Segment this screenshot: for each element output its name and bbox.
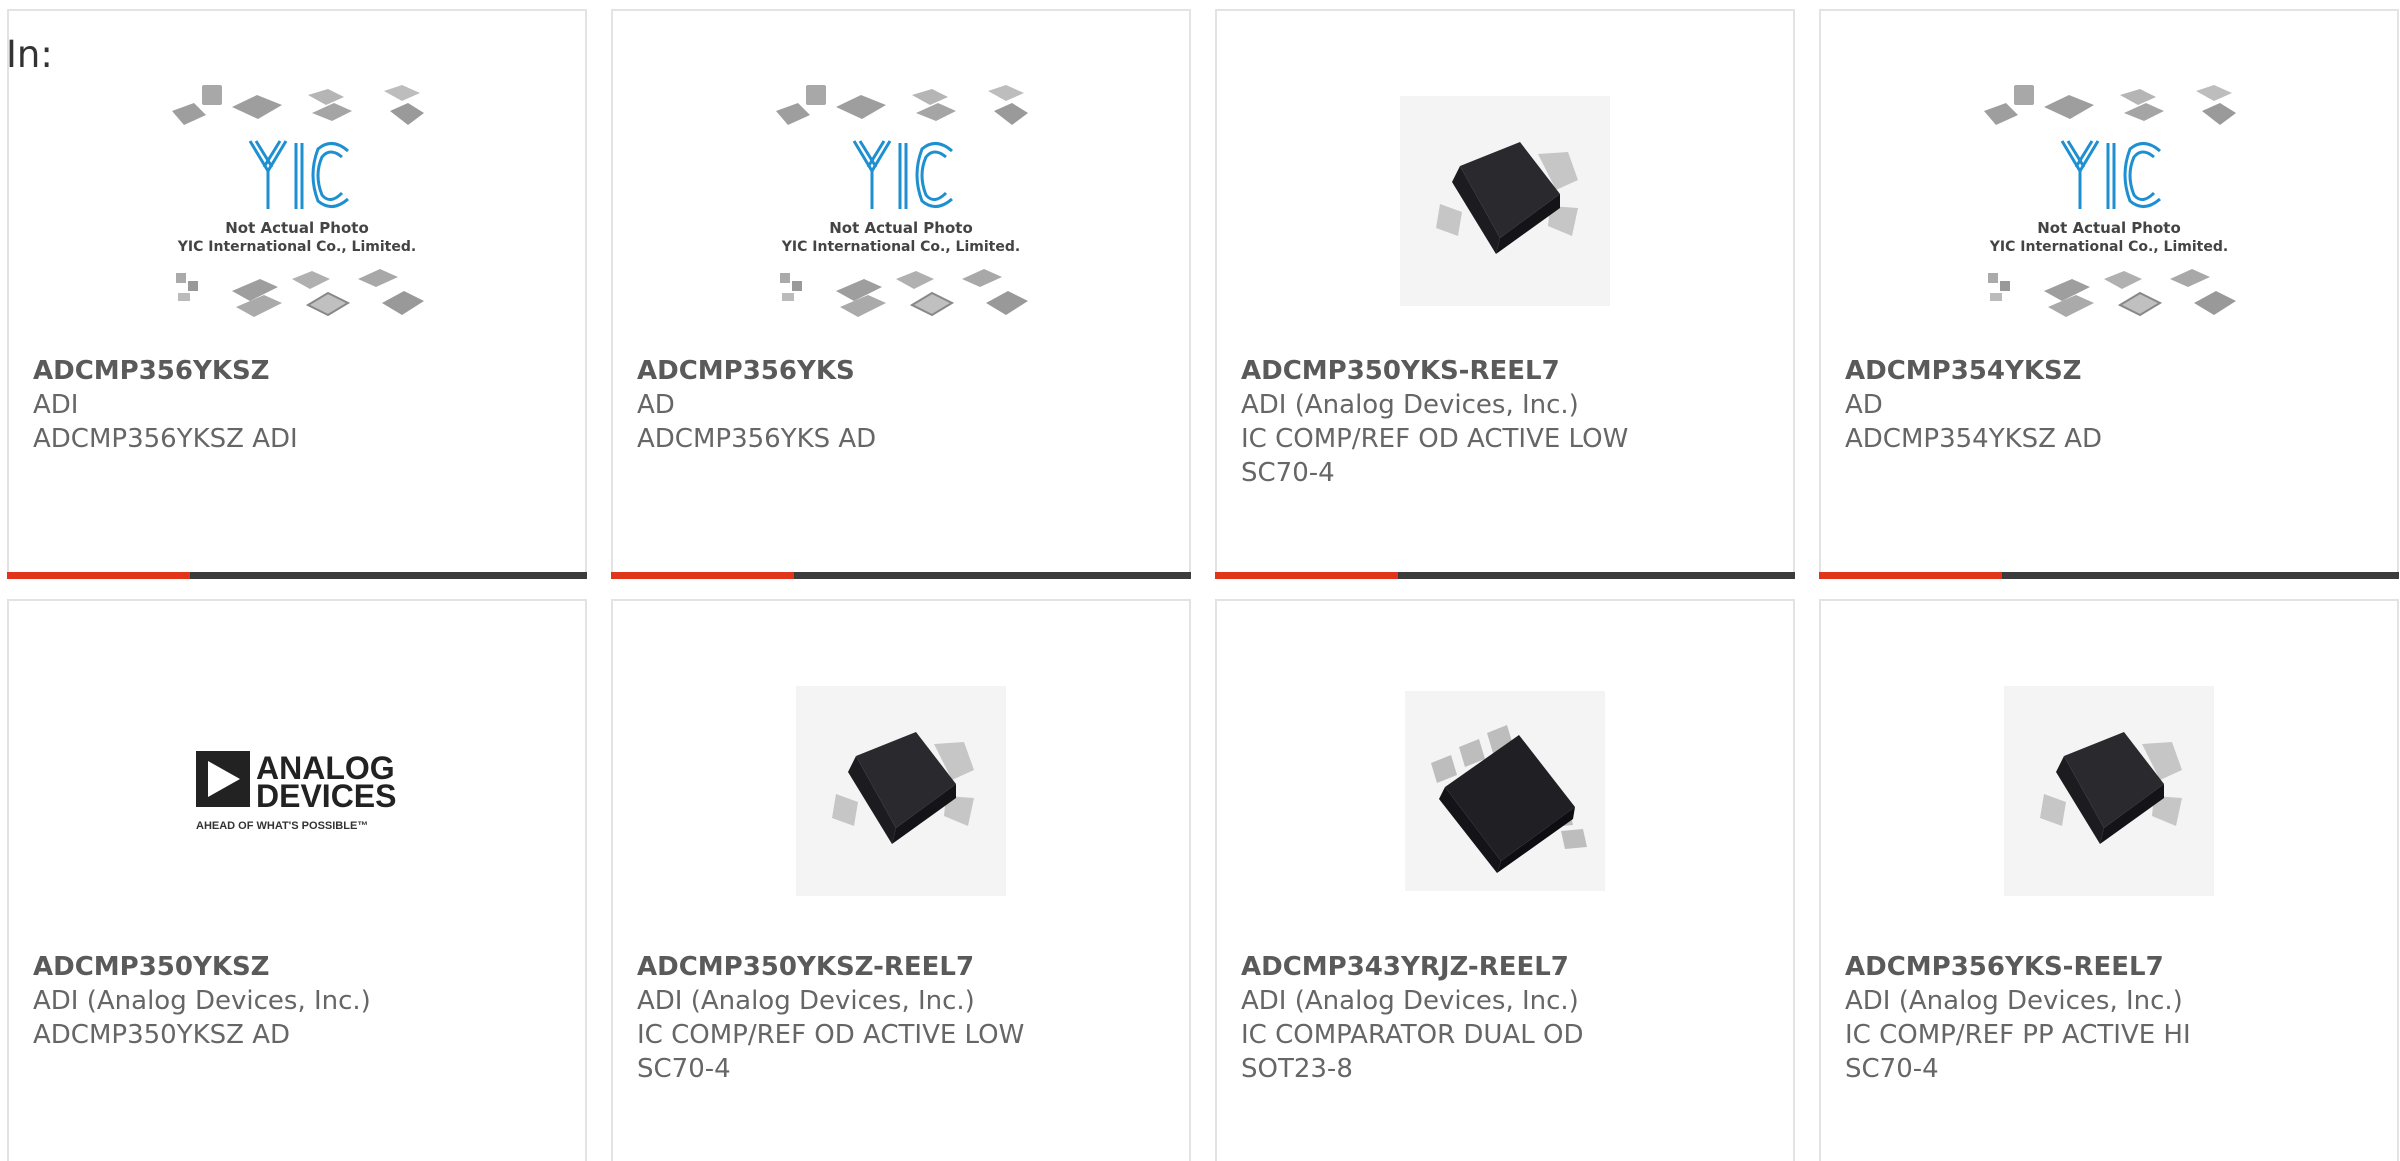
description: IC COMPARATOR DUAL OD SOT23-8 <box>1241 1020 1584 1084</box>
placeholder-line2: YIC International Co., Limited. <box>1989 239 2228 255</box>
card-accent-bar <box>611 572 794 579</box>
product-image[interactable]: Not Actual Photo YIC International Co., … <box>9 51 585 351</box>
sc70-chip-image <box>796 686 1006 896</box>
sc70-chip-image <box>1400 96 1610 306</box>
product-info: ADCMP343YRJZ-REEL7 ADI (Analog Devices, I… <box>1241 950 1773 1086</box>
card-bottom-bar <box>1215 572 1795 579</box>
product-image[interactable] <box>1821 641 2397 941</box>
sc70-chip-image <box>2004 686 2214 896</box>
product-card[interactable]: ADCMP350YKS-REEL7 ADI (Analog Devices, In… <box>1215 9 1795 579</box>
product-info: ADCMP350YKS-REEL7 ADI (Analog Devices, In… <box>1241 354 1773 490</box>
product-card[interactable]: ANALOG DEVICES AHEAD OF WHAT'S POSSIBLE™… <box>7 599 587 1161</box>
description: IC COMP/REF OD ACTIVE LOW SC70-4 <box>1241 424 1629 488</box>
part-number-link[interactable]: ADCMP350YKSZ-REEL7 <box>637 950 1169 984</box>
description: ADCMP356YKSZ ADI <box>33 424 298 454</box>
product-info: ADCMP350YKSZ-REEL7 ADI (Analog Devices, I… <box>637 950 1169 1086</box>
description: ADCMP354YKSZ AD <box>1845 424 2103 454</box>
yic-placeholder-image: Not Actual Photo YIC International Co., … <box>172 85 424 317</box>
description: ADCMP356YKS AD <box>637 424 877 454</box>
in-label: In: <box>6 33 53 76</box>
part-number-link[interactable]: ADCMP343YRJZ-REEL7 <box>1241 950 1773 984</box>
card-accent-bar <box>1819 572 2002 579</box>
manufacturer: AD <box>637 390 675 420</box>
product-info: ADCMP354YKSZ AD ADCMP354YKSZ AD <box>1845 354 2377 456</box>
description: ADCMP350YKSZ AD <box>33 1020 291 1050</box>
card-bottom-bar <box>1819 572 2399 579</box>
product-card[interactable]: ADCMP350YKSZ-REEL7 ADI (Analog Devices, I… <box>611 599 1191 1161</box>
part-number-link[interactable]: ADCMP354YKSZ <box>1845 354 2377 388</box>
product-image[interactable]: Not Actual Photo YIC International Co., … <box>613 51 1189 351</box>
manufacturer: ADI (Analog Devices, Inc.) <box>33 986 371 1016</box>
placeholder-line2: YIC International Co., Limited. <box>177 239 416 255</box>
manufacturer: AD <box>1845 390 1883 420</box>
product-card[interactable]: Not Actual Photo YIC International Co., … <box>611 9 1191 579</box>
description: IC COMP/REF OD ACTIVE LOW SC70-4 <box>637 1020 1025 1084</box>
product-card[interactable]: ADCMP343YRJZ-REEL7 ADI (Analog Devices, I… <box>1215 599 1795 1161</box>
sot23-chip-image <box>1405 691 1605 891</box>
placeholder-line1: Not Actual Photo <box>829 219 973 237</box>
logo-line2: DEVICES <box>256 778 396 814</box>
product-card[interactable]: ADCMP356YKS-REEL7 ADI (Analog Devices, In… <box>1819 599 2399 1161</box>
yic-placeholder-image: Not Actual Photo YIC International Co., … <box>776 85 1028 317</box>
product-info: ADCMP350YKSZ ADI (Analog Devices, Inc.) AD… <box>33 950 565 1052</box>
card-bottom-bar <box>611 572 1191 579</box>
part-number-link[interactable]: ADCMP356YKSZ <box>33 354 565 388</box>
product-image[interactable]: ANALOG DEVICES AHEAD OF WHAT'S POSSIBLE™ <box>9 641 585 941</box>
card-accent-bar <box>7 572 190 579</box>
manufacturer: ADI (Analog Devices, Inc.) <box>1241 986 1579 1016</box>
logo-tagline: AHEAD OF WHAT'S POSSIBLE™ <box>196 820 368 832</box>
placeholder-line1: Not Actual Photo <box>2037 219 2181 237</box>
placeholder-line2: YIC International Co., Limited. <box>781 239 1020 255</box>
card-bottom-bar <box>7 572 587 579</box>
product-card[interactable]: Not Actual Photo YIC International Co., … <box>1819 9 2399 579</box>
analog-devices-logo: ANALOG DEVICES AHEAD OF WHAT'S POSSIBLE™ <box>196 750 396 832</box>
product-grid-page: In: Not Actual Photo YIC International C… <box>0 0 2400 1161</box>
product-image[interactable] <box>1217 641 1793 941</box>
manufacturer: ADI <box>33 390 79 420</box>
product-image[interactable]: Not Actual Photo YIC International Co., … <box>1821 51 2397 351</box>
product-image[interactable] <box>1217 51 1793 351</box>
product-info: ADCMP356YKS AD ADCMP356YKS AD <box>637 354 1169 456</box>
product-card[interactable]: Not Actual Photo YIC International Co., … <box>7 9 587 579</box>
product-info: ADCMP356YKS-REEL7 ADI (Analog Devices, In… <box>1845 950 2377 1086</box>
part-number-link[interactable]: ADCMP350YKS-REEL7 <box>1241 354 1773 388</box>
card-accent-bar <box>1215 572 1398 579</box>
part-number-link[interactable]: ADCMP356YKS <box>637 354 1169 388</box>
product-image[interactable] <box>613 641 1189 941</box>
description: IC COMP/REF PP ACTIVE HI SC70-4 <box>1845 1020 2191 1084</box>
part-number-link[interactable]: ADCMP356YKS-REEL7 <box>1845 950 2377 984</box>
manufacturer: ADI (Analog Devices, Inc.) <box>637 986 975 1016</box>
part-number-link[interactable]: ADCMP350YKSZ <box>33 950 565 984</box>
manufacturer: ADI (Analog Devices, Inc.) <box>1845 986 2183 1016</box>
yic-placeholder-image: Not Actual Photo YIC International Co., … <box>1984 85 2236 317</box>
manufacturer: ADI (Analog Devices, Inc.) <box>1241 390 1579 420</box>
product-info: ADCMP356YKSZ ADI ADCMP356YKSZ ADI <box>33 354 565 456</box>
placeholder-line1: Not Actual Photo <box>225 219 369 237</box>
